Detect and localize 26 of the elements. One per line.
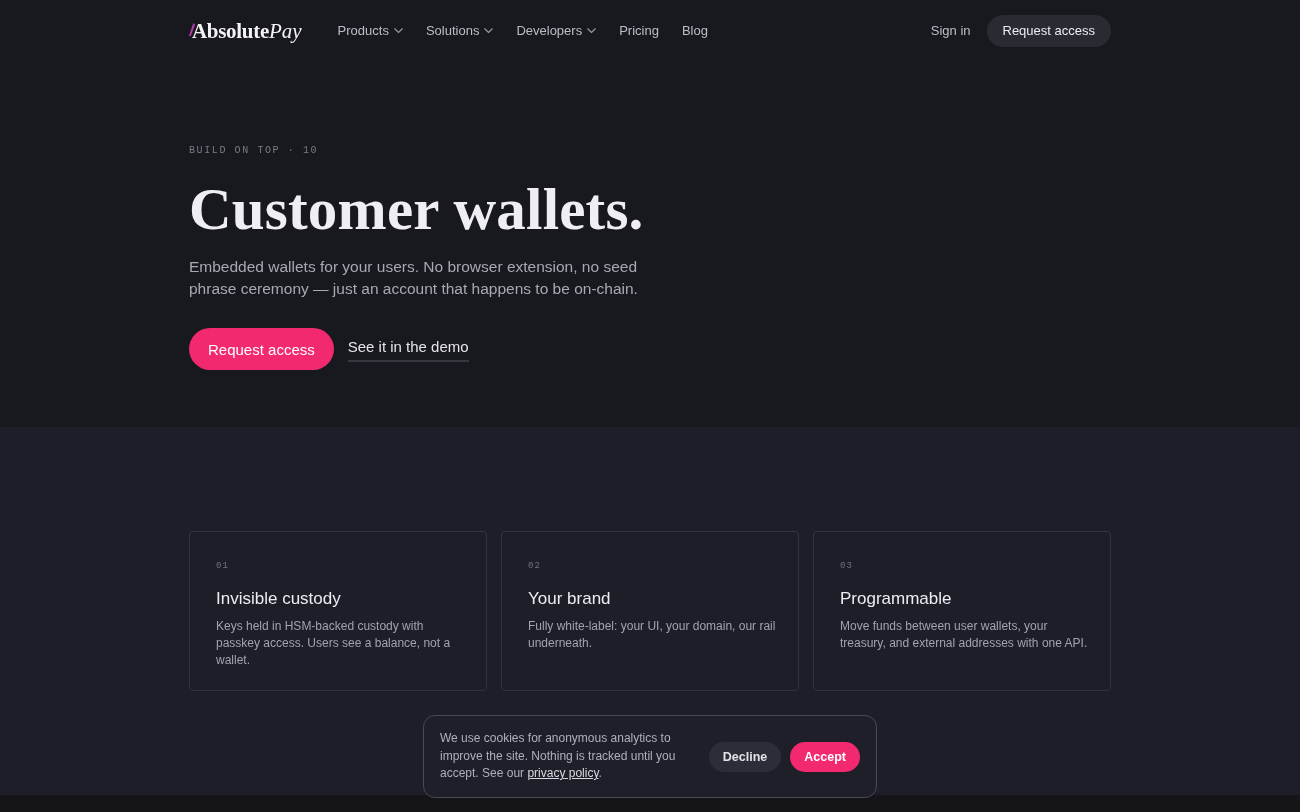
request-access-button[interactable]: Request access [986, 14, 1111, 47]
nav-link[interactable]: Blog [681, 22, 708, 39]
demo-link[interactable]: See it in the demo [347, 336, 469, 362]
nav-link[interactable]: Products [337, 22, 403, 39]
nav-link[interactable]: Solutions [425, 22, 494, 39]
feature-description: Fully white-label: your UI, your domain, our rail underneath. [528, 618, 777, 652]
feature-title: Programmable [840, 588, 952, 610]
nav-link[interactable]: Developers [516, 22, 597, 39]
feature-number: 02 [528, 560, 541, 572]
decline-button[interactable]: Decline [708, 741, 782, 772]
hero-heading: Customer wallets. [189, 175, 644, 244]
request-access-button[interactable]: Request access [189, 328, 334, 370]
feature-number: 03 [840, 560, 853, 572]
accept-button[interactable]: Accept [790, 741, 860, 772]
feature-description: Move funds between user wallets, your treasury, and external addresses with one API. [840, 618, 1089, 652]
feature-title: Invisible custody [216, 588, 341, 610]
logo[interactable]: AbsolutePay [189, 18, 302, 43]
feature-number: 01 [216, 560, 229, 572]
sign-in-link[interactable]: Sign in [930, 22, 971, 39]
cookie-message: We use cookies for anonymous analytics to improve the site. Nothing is tracked until you accept. See our privacy policy. [440, 730, 677, 783]
feature-title: Your brand [528, 588, 611, 610]
nav-link[interactable]: Pricing [619, 22, 659, 39]
privacy-policy-link[interactable]: privacy policy [527, 766, 599, 781]
feature-description: Keys held in HSM-backed custody with passkey access. Users see a balance, not a wallet. [216, 618, 452, 669]
eyebrow-label: BUILD ON TOP · 10 [189, 144, 319, 158]
hero-description: Embedded wallets for your users. No browser extension, no seed phrase ceremony — just an account that happens to be on-chain. [189, 257, 639, 299]
